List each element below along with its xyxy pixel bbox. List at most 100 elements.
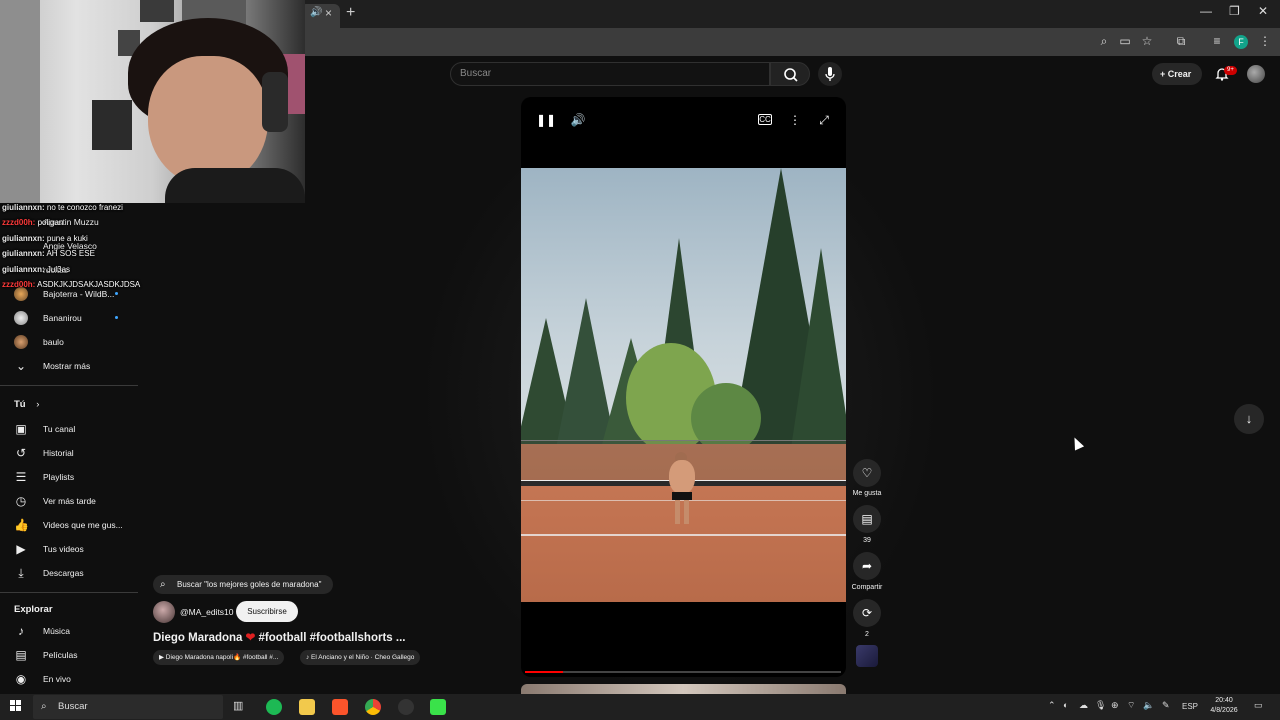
taskbar-clock[interactable]: 20:40 4/8/2026 <box>1200 696 1248 716</box>
chat-message: giuliannxn: Jul3as <box>2 265 71 274</box>
network-tray-icon[interactable]: ⊕ <box>1111 700 1119 711</box>
subscribe-button[interactable]: Suscribirse <box>236 601 298 622</box>
wall-poster <box>140 0 174 22</box>
wifi-tray-icon[interactable]: ⌔ <box>1127 700 1135 711</box>
minimize-button[interactable]: — <box>1200 4 1212 18</box>
video-progress-fill <box>525 671 563 673</box>
sidebar-item-live[interactable]: ◉ En vivo <box>0 668 140 690</box>
show-more-label: Mostrar más <box>43 361 91 371</box>
sidebar-item-playlists[interactable]: ☰ Playlists <box>0 466 140 488</box>
tray-chevron-up-icon[interactable]: ⌃ <box>1048 700 1056 711</box>
pause-icon[interactable]: ❚❚ <box>536 112 556 128</box>
video-frame[interactable] <box>521 168 846 602</box>
extensions-icon[interactable]: ⧉ <box>1174 34 1188 48</box>
more-options-icon[interactable]: ⋮ <box>787 112 803 128</box>
browser-tab[interactable]: 🔊 × <box>300 4 340 28</box>
zoom-icon[interactable]: ⌕ <box>1097 34 1111 48</box>
browser-menu-icon[interactable]: ⋮ <box>1258 34 1272 48</box>
chevron-down-icon: ⌄ <box>15 359 27 373</box>
brave-browser-icon[interactable] <box>332 699 348 715</box>
account-avatar[interactable] <box>1247 65 1265 83</box>
channel-handle[interactable]: @MA_edits10 <box>180 607 234 617</box>
bookmark-star-icon[interactable]: ☆ <box>1140 34 1154 48</box>
sound-thumbnail[interactable] <box>856 645 878 667</box>
new-tab-button[interactable]: + <box>346 4 355 22</box>
sidebar-item-downloads[interactable]: ⤓ Descargas <box>0 562 140 584</box>
pen-tray-icon[interactable]: ✎ <box>1162 700 1170 711</box>
share-label: Compartir <box>851 584 883 591</box>
sidebar-item-music[interactable]: ♪ Música <box>0 620 140 642</box>
sidebar-item-baulo[interactable]: baulo <box>0 331 140 353</box>
voice-search-button[interactable] <box>818 62 842 86</box>
volume-icon[interactable]: 🔊 <box>570 112 586 128</box>
search-suggestion-chip[interactable]: ⌕ Buscar "los mejores goles de maradona" <box>153 575 333 594</box>
streamer-shirt <box>165 168 305 203</box>
task-view-icon[interactable]: ▥ <box>233 699 249 715</box>
you-heading-label: Tú <box>14 399 26 410</box>
watch-later-icon: ◷ <box>15 494 27 508</box>
sidebar-item-your-videos[interactable]: ▶ Tus videos <box>0 538 140 560</box>
create-label: Crear <box>1167 69 1192 79</box>
search-placeholder: Buscar <box>460 68 492 79</box>
speaker-icon[interactable]: 🔊 <box>310 7 322 18</box>
like-button[interactable]: ♡ <box>853 459 881 487</box>
channel-avatar[interactable] <box>153 601 175 623</box>
microphone-tray-icon[interactable]: 🎙 <box>1095 700 1106 711</box>
sidebar-item-label: Playlists <box>43 472 75 482</box>
arrow-down-icon: ↓ <box>1245 411 1253 426</box>
close-window-button[interactable]: ✕ <box>1258 4 1268 18</box>
sidebar-item-history[interactable]: ↺ Historial <box>0 442 140 464</box>
clock-time: 20:40 <box>1215 697 1233 704</box>
profile-avatar[interactable]: F <box>1234 35 1248 49</box>
search-button[interactable] <box>770 62 810 86</box>
restore-button[interactable]: ❐ <box>1229 4 1240 18</box>
media-controls-icon[interactable]: ≡ <box>1210 34 1224 48</box>
sidebar-item-bananirou[interactable]: Bananirou <box>0 307 140 329</box>
related-video-chip[interactable]: ▶ Diego Maradona napoli🔥 #football #... <box>153 650 285 665</box>
captions-icon[interactable]: CC <box>758 114 772 125</box>
next-video-button[interactable]: ↓ <box>1234 404 1264 434</box>
cast-icon[interactable]: ▭ <box>1118 34 1132 48</box>
remix-button[interactable]: ⟳ <box>853 599 881 627</box>
show-more-button[interactable]: ⌄ Mostrar más <box>0 355 140 377</box>
create-button[interactable]: + Crear <box>1152 63 1202 85</box>
you-section-heading[interactable]: Tú › <box>14 399 39 410</box>
sound-chip[interactable]: ♪ El Anciano y el Niño · Cheo Gallego <box>300 650 421 665</box>
language-indicator[interactable]: ESP <box>1182 702 1198 711</box>
sidebar-item-liked-videos[interactable]: 👍 Videos que me gus... <box>0 514 140 536</box>
sidebar-item-movies[interactable]: ▤ Películas <box>0 644 140 666</box>
fullscreen-icon[interactable]: ⤢ <box>816 112 832 128</box>
comment-icon: ▤ <box>861 512 873 526</box>
chat-message: giuliannxn: pune a kuki <box>2 234 88 243</box>
webcam-wall <box>0 0 40 203</box>
playlists-icon: ☰ <box>15 470 27 484</box>
search-input[interactable]: Buscar <box>450 62 770 86</box>
your-videos-icon: ▶ <box>16 542 26 556</box>
heart-emoji: ❤ <box>245 632 256 644</box>
tab-close-button[interactable]: × <box>325 6 332 20</box>
volume-tray-icon[interactable]: 🔈 <box>1143 700 1154 711</box>
app-icon[interactable] <box>430 699 446 715</box>
new-content-dot <box>115 292 118 295</box>
cloud-tray-icon[interactable]: ☁ <box>1079 700 1088 711</box>
taskbar-search-input[interactable]: ⌕ Buscar <box>33 695 223 719</box>
sidebar-item-your-channel[interactable]: ▣ Tu canal <box>0 418 140 440</box>
sidebar-item-watch-later[interactable]: ◷ Ver más tarde <box>0 490 140 512</box>
remix-count: 2 <box>865 631 869 638</box>
chevron-right-icon: › <box>36 399 40 410</box>
mouse-cursor-icon <box>1069 435 1085 451</box>
comments-button[interactable]: ▤ <box>853 505 881 533</box>
explore-section-heading: Explorar <box>14 604 53 615</box>
file-explorer-icon[interactable] <box>299 699 315 715</box>
video-progress-bar[interactable] <box>525 671 841 673</box>
clock-date: 4/8/2026 <box>1210 707 1238 714</box>
obs-icon[interactable] <box>398 699 414 715</box>
video-title[interactable]: Diego Maradona ❤ #football #footballshor… <box>153 630 405 644</box>
chrome-icon[interactable] <box>365 699 381 715</box>
windows-start-icon[interactable] <box>10 700 22 712</box>
notifications-tray-icon[interactable]: ▭ <box>1254 700 1263 711</box>
sidebar-item-label: Videos que me gus... <box>43 520 123 530</box>
discord-tray-icon[interactable]: ◐ <box>1063 700 1068 710</box>
share-button[interactable]: ➦ <box>853 552 881 580</box>
spotify-icon[interactable] <box>266 699 282 715</box>
